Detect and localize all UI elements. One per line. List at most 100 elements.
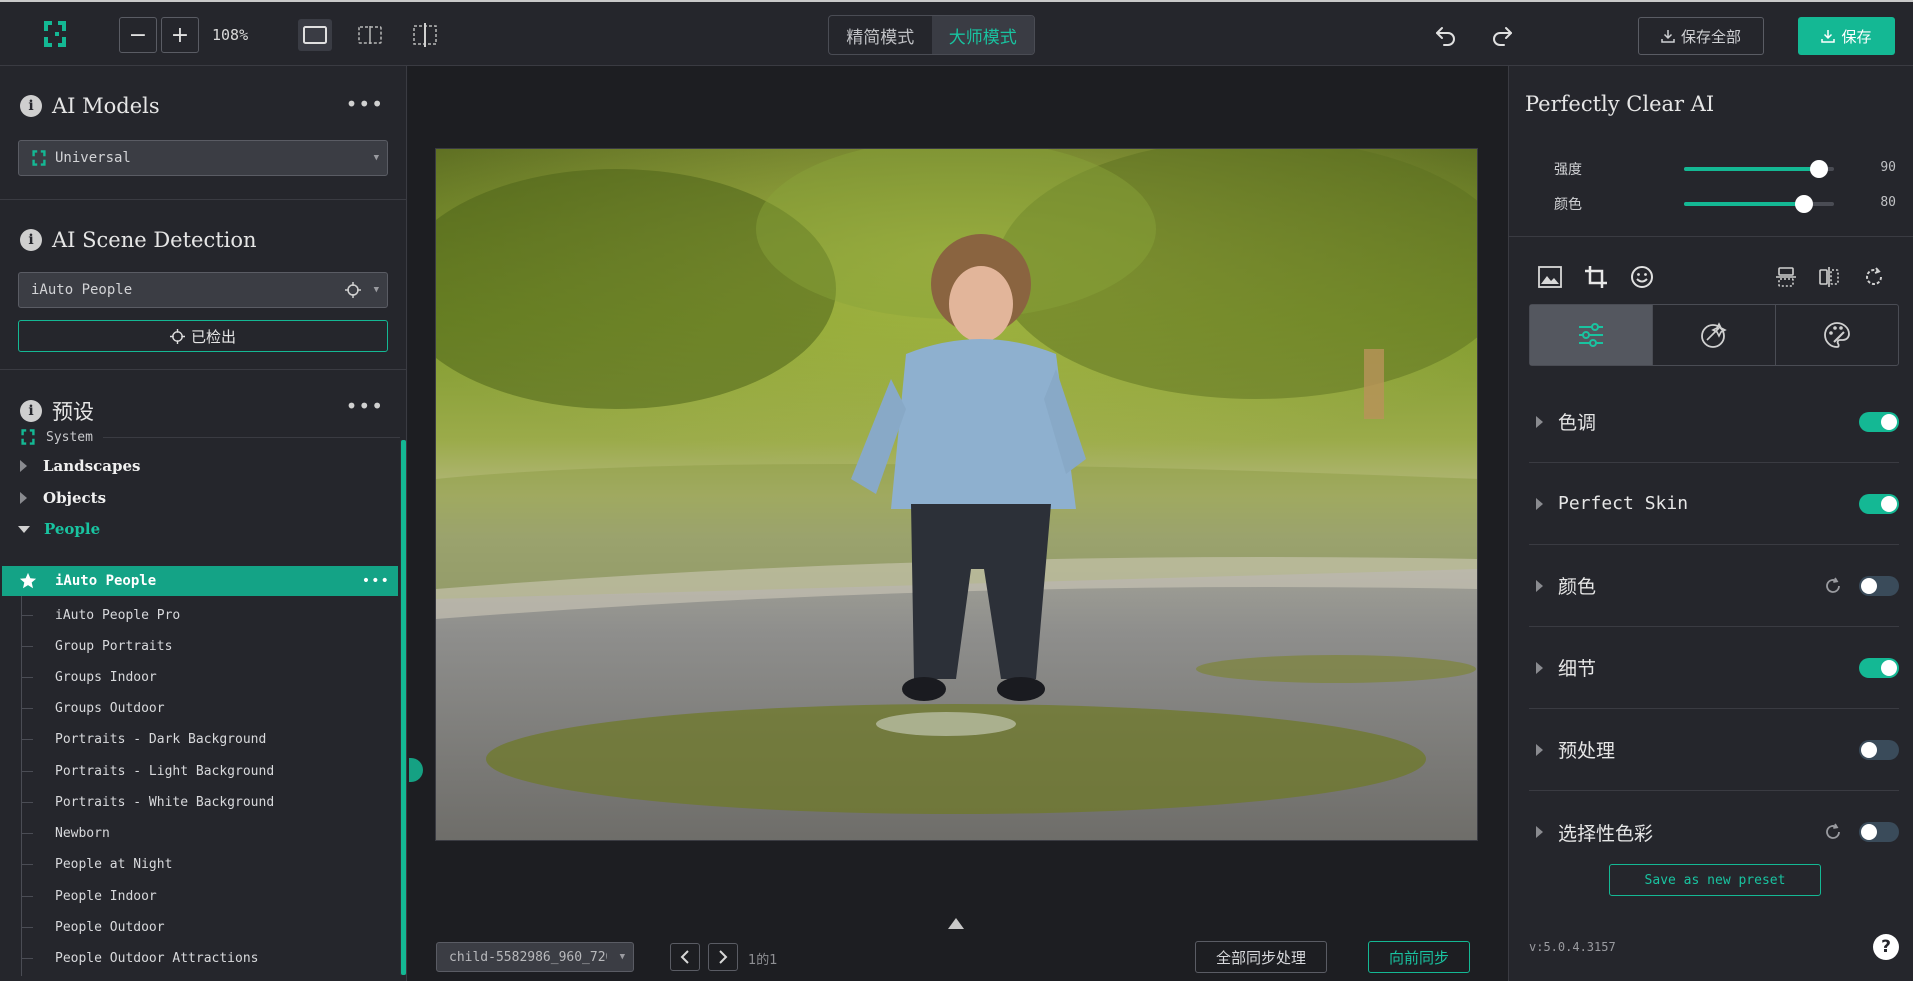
presets-more-icon[interactable]: •••: [346, 394, 384, 418]
adjust-row-perfect-skin[interactable]: Perfect Skin: [1529, 463, 1899, 545]
reset-icon[interactable]: [1823, 576, 1843, 596]
split-view-icon: [358, 26, 382, 44]
zoom-level: 108%: [212, 26, 249, 44]
single-view-button[interactable]: [298, 19, 332, 51]
flip-vertical-button[interactable]: [1771, 262, 1801, 292]
chevron-right-icon: [1536, 415, 1543, 428]
preset-item-selected[interactable]: iAuto People •••: [2, 566, 398, 596]
photo-preview[interactable]: [435, 148, 1478, 841]
adjustment-tabs: [1529, 304, 1899, 366]
mode-simple-tab[interactable]: 精简模式: [829, 16, 932, 54]
preset-category-objects[interactable]: Objects: [0, 484, 400, 512]
rotate-icon: [1866, 267, 1883, 286]
adjust-row-tone[interactable]: 色调: [1529, 381, 1899, 463]
adjust-row-preprocess[interactable]: 预处理: [1529, 709, 1899, 791]
adjust-row-color[interactable]: 颜色: [1529, 545, 1899, 627]
scene-detection-header: i AI Scene Detection: [20, 228, 257, 252]
slider-knob[interactable]: [1795, 195, 1813, 213]
ai-models-header: i AI Models: [20, 94, 160, 118]
slider-track[interactable]: [1684, 195, 1834, 213]
info-icon[interactable]: i: [20, 229, 42, 251]
slider-label: 颜色: [1554, 197, 1582, 213]
crop-tool-button[interactable]: [1581, 262, 1611, 292]
tone-toggle[interactable]: [1859, 411, 1899, 432]
chevron-right-icon: [1536, 826, 1543, 838]
chevron-down-icon: [18, 525, 30, 533]
chevron-right-icon: [1536, 743, 1543, 756]
ai-model-select[interactable]: Universal ▼: [18, 140, 388, 176]
chevron-down-icon: ▼: [373, 153, 379, 163]
app-logo-icon: [42, 19, 68, 49]
scene-select[interactable]: iAuto People ▼: [18, 272, 388, 308]
preset-item[interactable]: Groups Indoor: [55, 664, 157, 690]
single-view-icon: [303, 26, 327, 44]
preset-item[interactable]: Portraits - White Background: [55, 789, 274, 815]
mode-master-tab[interactable]: 大师模式: [931, 16, 1034, 54]
preprocess-toggle[interactable]: [1859, 739, 1899, 760]
color-toggle[interactable]: [1859, 575, 1899, 596]
preset-item[interactable]: Portraits - Dark Background: [55, 726, 266, 752]
help-button[interactable]: ?: [1873, 934, 1899, 960]
detail-toggle[interactable]: [1859, 657, 1899, 678]
undo-button[interactable]: [1429, 19, 1463, 51]
color-slider[interactable]: 颜色 80: [1509, 191, 1913, 215]
preset-item[interactable]: iAuto People Pro: [55, 602, 180, 628]
info-icon[interactable]: i: [20, 400, 42, 422]
zoom-in-button[interactable]: +: [161, 17, 199, 53]
preset-item[interactable]: Portraits - Light Background: [55, 758, 274, 784]
perfect-skin-toggle[interactable]: [1859, 493, 1899, 514]
detect-button[interactable]: 已检出: [18, 320, 388, 352]
filmstrip-toggle-icon[interactable]: [948, 918, 964, 929]
strength-slider[interactable]: 强度 90: [1509, 156, 1913, 180]
preset-scrollbar-thumb[interactable]: [401, 440, 406, 975]
divider: [1509, 236, 1913, 237]
preset-item[interactable]: Newborn: [55, 820, 110, 846]
rotate-button[interactable]: [1859, 262, 1889, 292]
save-all-button[interactable]: 保存全部: [1638, 17, 1764, 55]
slider-knob[interactable]: [1810, 160, 1828, 178]
sync-forward-button[interactable]: 向前同步: [1368, 941, 1470, 973]
info-icon[interactable]: i: [20, 95, 42, 117]
adjust-row-selective-color[interactable]: 选择性色彩: [1529, 791, 1899, 873]
tab-effects[interactable]: [1653, 305, 1776, 365]
undo-icon: [1436, 27, 1455, 46]
preset-group-label: System: [46, 429, 93, 445]
split-view-button[interactable]: [353, 19, 387, 51]
ai-models-more-icon[interactable]: •••: [346, 92, 384, 116]
chevron-right-icon: [20, 492, 27, 504]
preset-category-people[interactable]: People: [0, 515, 400, 543]
preset-item[interactable]: People Outdoor: [55, 914, 165, 940]
tab-adjust[interactable]: [1530, 305, 1653, 365]
side-handle[interactable]: [409, 758, 423, 782]
preset-more-icon[interactable]: •••: [362, 573, 390, 589]
reset-icon[interactable]: [1823, 822, 1843, 842]
zoom-out-button[interactable]: −: [119, 17, 157, 53]
slider-track[interactable]: [1684, 160, 1834, 178]
file-select[interactable]: child-5582986_960_720 ▼: [436, 942, 634, 972]
selective-color-toggle[interactable]: [1859, 822, 1899, 842]
adjust-row-detail[interactable]: 细节: [1529, 627, 1899, 709]
preset-item[interactable]: People Indoor: [55, 883, 157, 909]
redo-button[interactable]: [1485, 19, 1519, 51]
preset-item[interactable]: Group Portraits: [55, 633, 172, 659]
flip-horizontal-button[interactable]: [1814, 262, 1844, 292]
next-image-button[interactable]: [708, 943, 738, 971]
face-tool-button[interactable]: [1627, 262, 1657, 292]
sync-all-button[interactable]: 全部同步处理: [1195, 941, 1327, 973]
slider-fill: [1684, 202, 1804, 206]
crosshair-icon: [345, 282, 361, 298]
prev-image-button[interactable]: [670, 943, 700, 971]
preset-category-landscapes[interactable]: Landscapes: [0, 452, 400, 480]
preset-item[interactable]: People Outdoor Attractions: [55, 945, 259, 971]
save-button[interactable]: 保存: [1798, 17, 1895, 55]
preset-item[interactable]: People at Night: [55, 851, 172, 877]
page-indicator: 1的1: [748, 953, 778, 968]
system-brand-icon: [21, 429, 35, 445]
save-preset-button[interactable]: Save as new preset: [1609, 864, 1821, 896]
preset-item[interactable]: Groups Outdoor: [55, 695, 165, 721]
image-canvas-area: child-5582986_960_720 ▼ 1的1 全部同步处理 向前同步: [408, 66, 1508, 981]
image-tool-button[interactable]: [1535, 262, 1565, 292]
ai-models-title: AI Models: [52, 94, 160, 118]
tab-palette[interactable]: [1776, 305, 1898, 365]
compare-view-button[interactable]: [408, 19, 442, 51]
